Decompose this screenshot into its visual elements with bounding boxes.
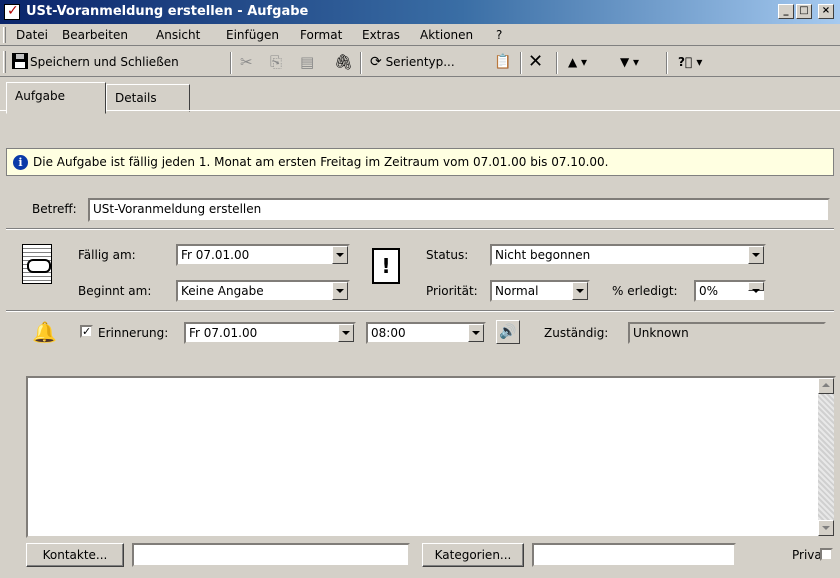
notes-textarea[interactable] [26,376,836,538]
task-window: USt-Voranmeldung erstellen - Aufgabe _ □… [0,0,840,578]
section-divider [6,228,834,230]
task-icon [4,3,20,20]
contacts-button[interactable]: Kontakte... [26,543,124,567]
contacts-input[interactable] [132,543,410,567]
chevron-down-icon[interactable] [572,282,588,300]
reminder-date-value: Fr 07.01.00 [189,326,258,340]
chevron-down-icon[interactable] [748,246,764,264]
calendar-icon [22,244,52,284]
start-date-field[interactable]: Keine Angabe [176,280,350,302]
recurrence-button[interactable]: ⟳ Serientyp... [370,52,455,74]
private-checkbox[interactable] [820,548,833,561]
reminder-label: Erinnerung: [98,326,169,340]
chevron-down-icon[interactable] [332,282,348,300]
categories-input[interactable] [532,543,736,567]
cut-icon[interactable]: ✂ [240,52,253,74]
percent-value: 0% [699,284,719,298]
toolbar-grip [3,51,6,73]
title-bar: USt-Voranmeldung erstellen - Aufgabe _ □… [0,0,840,24]
info-text: Die Aufgabe ist fällig jeden 1. Monat am… [33,155,609,169]
percent-label: % erledigt: [612,284,678,298]
scroll-down-icon[interactable] [818,520,834,536]
status-select[interactable]: Nicht begonnen [490,244,766,266]
menu-grip [3,27,6,43]
bell-icon: 🔔 [32,320,57,344]
recurrence-label: Serientyp... [385,55,455,69]
info-bar: i Die Aufgabe ist fällig jeden 1. Monat … [6,148,834,176]
tab-body-border [0,110,840,111]
tab-aufgabe[interactable]: Aufgabe [6,82,106,114]
due-date-value: Fr 07.01.00 [181,248,250,262]
minimize-button[interactable]: _ [778,4,794,19]
tab-details[interactable]: Details [106,84,190,112]
section-divider [6,310,834,312]
save-close-button[interactable]: Speichern und Schließen [12,52,179,74]
chevron-down-icon[interactable] [338,324,354,342]
priority-label: Priorität: [426,284,478,298]
menu-extras[interactable]: Extras [362,28,400,42]
toolbar-separator [556,52,558,74]
status-value: Nicht begonnen [495,248,591,262]
percent-stepper[interactable]: 0% [694,280,766,302]
menu-einfuegen[interactable]: Einfügen [226,28,279,42]
toolbar-separator [230,52,232,74]
close-button[interactable]: × [818,4,834,19]
speaker-icon[interactable]: 🔊 [496,320,520,344]
recurrence-icon: ⟳ [370,54,382,70]
reminder-checkbox[interactable]: ✓ [80,325,93,338]
reminder-date-field[interactable]: Fr 07.01.00 [184,322,356,344]
due-label: Fällig am: [78,248,136,262]
paperclip-icon[interactable]: 🖇 [334,52,353,74]
copy-icon[interactable]: ⎘ [270,52,282,74]
menu-aktionen[interactable]: Aktionen [420,28,473,42]
subject-label: Betreff: [32,202,77,216]
window-title: USt-Voranmeldung erstellen - Aufgabe [26,4,309,19]
stepper-up-icon[interactable] [748,282,764,293]
menu-help[interactable]: ? [496,28,502,42]
maximize-button[interactable]: □ [796,4,812,19]
owner-field: Unknown [628,322,826,344]
status-label: Status: [426,248,469,262]
toolbar-separator [520,52,522,74]
save-close-label: Speichern und Schließen [30,55,179,69]
owner-label: Zuständig: [544,326,609,340]
toolbar: Speichern und Schließen ✂ ⎘ ▤ 🖇 ⟳ Serien… [0,47,840,77]
menu-bar: Datei Bearbeiten Ansicht Einfügen Format… [0,24,840,46]
next-icon[interactable]: ▼ ▾ [620,52,639,74]
priority-value: Normal [495,284,539,298]
toolbar-separator [360,52,362,74]
help-icon[interactable]: ?⃞ ▾ [678,52,702,74]
chevron-down-icon[interactable] [332,246,348,264]
menu-ansicht[interactable]: Ansicht [156,28,200,42]
menu-format[interactable]: Format [300,28,342,42]
reminder-time-field[interactable]: 08:00 [366,322,486,344]
start-date-value: Keine Angabe [181,284,264,298]
menu-datei[interactable]: Datei [16,28,48,42]
floppy-icon [12,53,28,69]
paste-icon[interactable]: ▤ [300,52,314,74]
start-label: Beginnt am: [78,284,152,298]
subject-input[interactable]: USt-Voranmeldung erstellen [88,198,830,222]
chevron-down-icon[interactable] [468,324,484,342]
toolbar-separator [666,52,668,74]
assign-icon[interactable]: 📋 [494,52,511,74]
scroll-up-icon[interactable] [818,378,834,394]
delete-icon[interactable]: ✕ [528,52,543,74]
previous-icon[interactable]: ▲ ▾ [568,52,587,74]
categories-button[interactable]: Kategorien... [422,543,524,567]
reminder-time-value: 08:00 [371,326,406,340]
info-icon: i [13,155,28,170]
due-date-field[interactable]: Fr 07.01.00 [176,244,350,266]
vertical-scrollbar[interactable] [818,378,834,536]
priority-select[interactable]: Normal [490,280,590,302]
menu-bearbeiten[interactable]: Bearbeiten [62,28,128,42]
status-clipboard-icon: ! [372,248,400,284]
